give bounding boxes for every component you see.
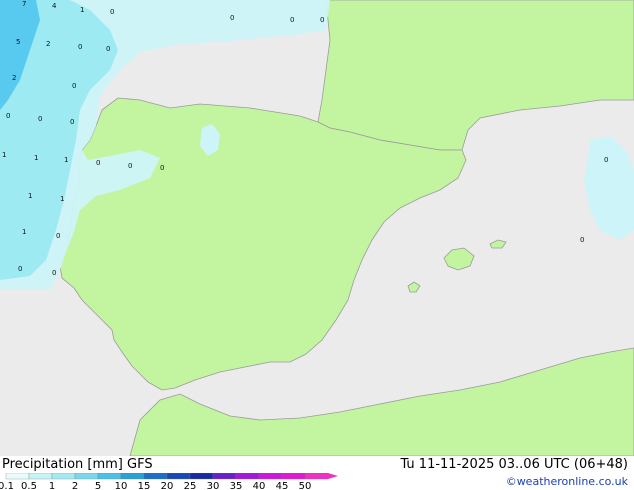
precip-value-label: 5 [16, 38, 20, 46]
precip-value-label: 0 [320, 16, 324, 24]
precip-value-label: 0 [128, 162, 132, 170]
precip-value-label: 0 [604, 156, 608, 164]
precip-value-label: 0 [52, 269, 56, 277]
legend-tick-label: 45 [276, 481, 289, 490]
precip-value-label: 0 [70, 118, 74, 126]
map-footer: Precipitation [mm] GFS Tu 11-11-2025 03.… [0, 456, 634, 490]
legend-swatch [166, 473, 191, 480]
legend-swatch [235, 473, 260, 480]
precip-value-label: 0 [96, 159, 100, 167]
precip-value-label: 0 [580, 236, 584, 244]
legend-tick-label: 1 [49, 481, 55, 490]
precip-value-label: 0 [160, 164, 164, 172]
precip-value-label: 1 [34, 154, 38, 162]
precip-value-label: 0 [230, 14, 234, 22]
legend-swatch [28, 473, 53, 480]
precip-value-label: 2 [46, 40, 50, 48]
legend-swatch [120, 473, 145, 480]
precip-value-label: 0 [18, 265, 22, 273]
precip-value-label: 1 [80, 6, 84, 14]
color-legend: 0.1 0.5 1 2 5 10 15 20 25 30 35 40 45 50 [0, 473, 338, 490]
map-title: Precipitation [mm] GFS [2, 457, 153, 472]
legend-swatch [281, 473, 306, 480]
legend-tick-label: 2 [72, 481, 78, 490]
precip-value-label: 0 [110, 8, 114, 16]
precip-value-label: 0 [6, 112, 10, 120]
legend-swatch [97, 473, 122, 480]
legend-tick-label: 40 [253, 481, 266, 490]
precip-value-label: 0 [38, 115, 42, 123]
legend-swatch [74, 473, 99, 480]
legend-tick-label: 20 [161, 481, 174, 490]
precip-value-label: 1 [2, 151, 6, 159]
site-credit: ©weatheronline.co.uk [505, 475, 628, 488]
precip-value-label: 2 [12, 74, 16, 82]
precip-value-label: 7 [22, 0, 26, 8]
precip-value-label: 0 [56, 232, 60, 240]
precip-value-label: 1 [60, 195, 64, 203]
legend-swatch [189, 473, 214, 480]
precipitation-map: 7 4 1 0 0 0 0 5 2 0 0 2 0 0 0 0 1 1 1 0 0 0 0 1 1 1 0 0 0 0 [0, 0, 634, 456]
legend-tick-label: 0.5 [21, 481, 37, 490]
legend-tick-label: 5 [95, 481, 101, 490]
legend-tick-label: 15 [138, 481, 151, 490]
precip-value-label: 1 [22, 228, 26, 236]
legend-arrow-icon [328, 473, 338, 479]
legend-swatch [143, 473, 168, 480]
legend-tick-label: 30 [207, 481, 220, 490]
precip-value-label: 4 [52, 2, 57, 10]
precip-value-label: 0 [290, 16, 294, 24]
legend-swatch [258, 473, 283, 480]
legend-tick-label: 50 [299, 481, 312, 490]
legend-swatch [51, 473, 76, 480]
legend-swatch [304, 473, 329, 480]
precip-value-label: 0 [72, 82, 76, 90]
precip-value-label: 0 [78, 43, 82, 51]
precip-value-label: 0 [106, 45, 110, 53]
legend-tick-label: 10 [115, 481, 128, 490]
precip-value-label: 1 [28, 192, 32, 200]
legend-swatch [212, 473, 237, 480]
forecast-time: Tu 11-11-2025 03..06 UTC (06+48) [400, 457, 628, 472]
legend-tick-label: 25 [184, 481, 197, 490]
legend-tick-label: 35 [230, 481, 243, 490]
legend-swatch [5, 473, 30, 480]
legend-tick-label: 0.1 [0, 481, 14, 490]
precip-value-label: 1 [64, 156, 68, 164]
